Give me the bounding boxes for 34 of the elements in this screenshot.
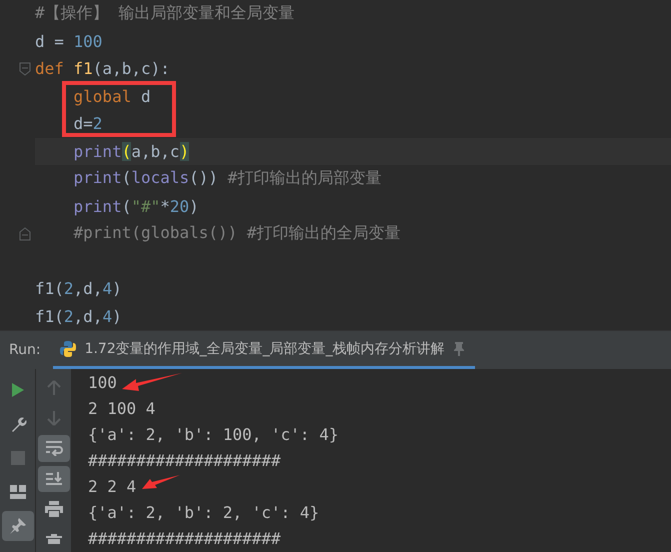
code-line: def f1(a,b,c):: [35, 59, 170, 78]
code-line: f1(2,d,4): [35, 279, 122, 298]
pin-icon[interactable]: [452, 342, 465, 356]
up-arrow-icon[interactable]: [46, 380, 60, 396]
code-line: d=2: [72, 114, 102, 134]
run-tab[interactable]: 1.72变量的作用域_全局变量_局部变量_栈帧内存分析讲解: [52, 331, 475, 369]
fold-icon[interactable]: [19, 62, 31, 76]
code-line: #【操作】 输出局部变量和全局变量: [35, 3, 294, 24]
layout-icon[interactable]: [10, 485, 26, 499]
soft-wrap-icon[interactable]: [44, 440, 62, 456]
output-line: ####################: [88, 528, 281, 550]
stop-icon[interactable]: [10, 451, 24, 465]
code-line: print("#"*20): [72, 196, 199, 216]
output-line: {'a': 2, 'b': 2, 'c': 4}: [88, 502, 320, 524]
code-line: print(locals()) #打印输出的局部变量: [72, 168, 382, 190]
printer-icon[interactable]: [44, 500, 62, 517]
code-line: global d: [72, 86, 151, 106]
code-line: f1(2,d,4): [35, 306, 122, 326]
output-line: 100: [88, 372, 117, 394]
down-arrow-icon[interactable]: [46, 410, 60, 426]
code-line: print(a,b,c): [72, 142, 190, 161]
output-line: 2 100 4: [88, 398, 156, 420]
code-line: #print(globals()) #打印输出的全局变量: [72, 223, 401, 244]
output-line: {'a': 2, 'b': 100, 'c': 4}: [88, 424, 338, 446]
trash-icon[interactable]: [46, 534, 62, 544]
run-label: Run:: [8, 341, 42, 360]
pin-icon[interactable]: [8, 517, 26, 535]
code-line: d = 100: [35, 32, 102, 51]
fold-icon[interactable]: [19, 226, 31, 241]
output-line: 2 2 4: [88, 476, 136, 498]
python-icon: [58, 340, 77, 358]
output-line: ####################: [88, 450, 281, 472]
run-icon[interactable]: [10, 382, 24, 398]
scroll-to-end-icon[interactable]: [44, 470, 62, 487]
